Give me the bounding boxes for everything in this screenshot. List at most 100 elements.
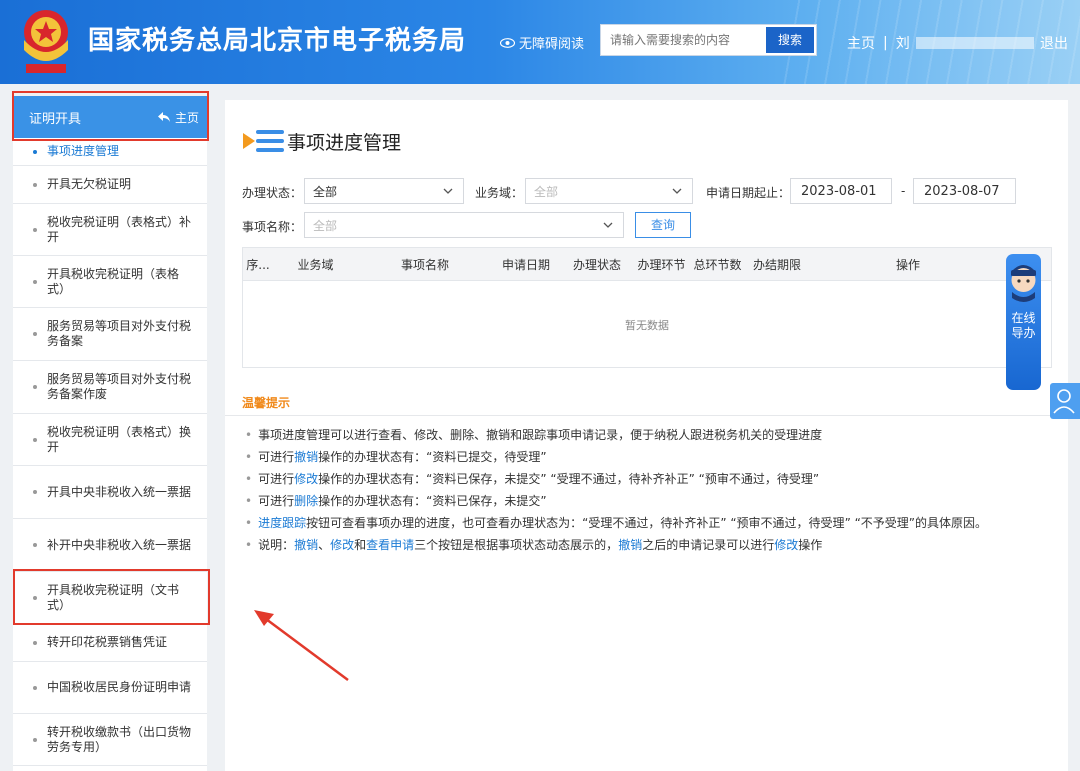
item-name-placeholder: 全部	[313, 218, 338, 233]
search-button[interactable]: 搜索	[766, 27, 814, 53]
sidebar-item-no-tax-arrears[interactable]: 开具无欠税证明	[13, 166, 207, 204]
sidebar-item-export-payment-book[interactable]: 转开税收缴款书（出口货物劳务专用）	[13, 714, 207, 766]
status-select-value: 全部	[313, 184, 338, 199]
page-title: 事项进度管理	[243, 127, 401, 155]
date-separator: -	[901, 184, 906, 198]
assistant-avatar-icon	[1011, 265, 1036, 302]
online-guide-label: 在线导办	[1011, 311, 1036, 340]
tips-divider	[225, 415, 1068, 416]
sidebar-item-stamp-sales-voucher[interactable]: 转开印花税票销售凭证	[13, 624, 207, 662]
progress-track-link[interactable]: 进度跟踪	[258, 516, 306, 530]
tip-item: • 可进行删除操作的办理状态有：“资料已保存，未提交”	[245, 490, 987, 512]
column-header[interactable]: 办理环节	[634, 248, 689, 280]
empty-state-text: 暂无数据	[625, 319, 669, 332]
sidebar-item-issue-table-cert[interactable]: 开具税收完税证明（表格式）	[13, 256, 207, 308]
bullet: •	[245, 450, 253, 464]
tax-emblem-logo	[24, 10, 68, 73]
sidebar-item-label: 税收完税证明（表格式）换开	[47, 424, 192, 454]
user-icon	[1053, 389, 1075, 414]
tip-text: 和	[354, 538, 367, 552]
domain-label: 业务域：	[475, 186, 524, 200]
site-header: 国家税务总局北京市电子税务局 无障碍阅读 搜索 主页 | 刘 退出	[0, 0, 1080, 84]
sidebar-item-tax-resident-cert[interactable]: 中国税收居民身份证明申请	[13, 662, 207, 714]
home-link[interactable]: 主页	[847, 33, 875, 53]
date-start-input[interactable]: 2023-08-01	[790, 178, 892, 204]
highlight-box-doc-cert	[13, 569, 210, 625]
search-input[interactable]	[601, 25, 761, 55]
title-list-icon	[243, 130, 284, 152]
logout-link[interactable]: 退出	[1040, 33, 1068, 53]
chevron-down-icon	[672, 188, 682, 194]
date-range-label: 申请日期起止：	[706, 186, 791, 200]
status-select[interactable]: 全部	[304, 178, 464, 204]
sidebar-item-label: 税收完税证明（表格式）补开	[47, 214, 192, 244]
tip-item: • 进度跟踪按钮可查看事项办理的进度，也可查看办理状态为：“受理不通过，待补齐补正…	[245, 512, 987, 534]
sidebar-item-label: 开具中央非税收入统一票据	[47, 484, 192, 499]
column-header[interactable]: 办理状态	[560, 248, 634, 280]
date-end-input[interactable]: 2023-08-07	[913, 178, 1016, 204]
sidebar-item-label: 事项进度管理	[47, 144, 120, 158]
sidebar-item-service-trade-filing[interactable]: 服务贸易等项目对外支付税务备案	[13, 308, 207, 361]
item-name-label: 事项名称：	[242, 220, 303, 234]
chevron-down-icon	[443, 188, 453, 194]
table-header: 序... 业务域 事项名称 申请日期 办理状态 办理环节 总环节数 办结期限 操…	[243, 248, 1051, 281]
sidebar-item-reissue-table-cert[interactable]: 税收完税证明（表格式）补开	[13, 204, 207, 256]
delete-link[interactable]: 删除	[294, 494, 318, 508]
sidebar-item-reissue-nontax-bill[interactable]: 补开中央非税收入统一票据	[13, 519, 207, 572]
bullet: •	[245, 538, 253, 552]
column-header[interactable]: 序...	[243, 248, 273, 280]
column-header[interactable]: 事项名称	[358, 248, 492, 280]
tip-text: 操作的办理状态有：“资料已保存，未提交”	[318, 494, 547, 508]
sidebar-item-service-trade-void[interactable]: 服务贸易等项目对外支付税务备案作废	[13, 361, 207, 414]
tip-item: • 说明：撤销、修改和查看申请三个按钮是根据事项状态动态展示的，撤销之后的申请记录…	[245, 534, 987, 556]
sidebar-item-exchange-table-cert[interactable]: 税收完税证明（表格式）换开	[13, 414, 207, 466]
sidebar-item-label: 开具无欠税证明	[47, 177, 132, 191]
sidebar-item-progress[interactable]: 事项进度管理	[13, 138, 207, 166]
revoke-link[interactable]: 撤销	[618, 538, 642, 552]
view-application-link[interactable]: 查看申请	[366, 538, 414, 552]
tip-text: 三个按钮是根据事项状态动态展示的，	[414, 538, 619, 552]
modify-link[interactable]: 修改	[774, 538, 798, 552]
column-header[interactable]: 总环节数	[689, 248, 746, 280]
online-guide-widget[interactable]: 在线导办	[1006, 254, 1041, 390]
column-header[interactable]: 业务域	[273, 248, 358, 280]
user-name[interactable]: 刘	[896, 33, 910, 53]
nav-separator: |	[883, 35, 888, 51]
item-name-select[interactable]: 全部	[304, 212, 624, 238]
tip-text: 可进行	[258, 494, 295, 508]
bullet: •	[245, 428, 253, 442]
revoke-link[interactable]: 撤销	[294, 450, 318, 464]
accessibility-label: 无障碍阅读	[519, 37, 585, 52]
bullet: •	[245, 494, 253, 508]
page-title-text: 事项进度管理	[287, 131, 402, 154]
sidebar-item-issue-nontax-bill[interactable]: 开具中央非税收入统一票据	[13, 466, 207, 519]
tip-text: 可进行	[258, 472, 295, 486]
tip-item: • 可进行修改操作的办理状态有：“资料已保存，未提交” “受理不通过，待补齐补正”…	[245, 468, 987, 490]
tip-text: 按钮可查看事项办理的进度，也可查看办理状态为：“受理不通过，待补齐补正” “预审…	[306, 516, 988, 530]
user-service-float[interactable]	[1050, 383, 1080, 419]
progress-table: 序... 业务域 事项名称 申请日期 办理状态 办理环节 总环节数 办结期限 操…	[242, 247, 1052, 368]
sidebar-item-label: 中国税收居民身份证明申请	[47, 680, 192, 694]
modify-link[interactable]: 修改	[330, 538, 354, 552]
red-annotation-arrow	[254, 610, 349, 682]
tip-text: 说明：	[258, 538, 295, 552]
modify-link[interactable]: 修改	[294, 472, 318, 486]
accessibility-link[interactable]: 无障碍阅读	[500, 33, 584, 52]
tip-text: 操作的办理状态有：“资料已保存，未提交” “受理不通过，待补齐补正” “预审不通…	[318, 472, 820, 486]
redacted-username	[915, 37, 1034, 49]
bullet: •	[245, 516, 253, 530]
site-title: 国家税务总局北京市电子税务局	[88, 26, 467, 56]
column-header[interactable]: 办结期限	[746, 248, 808, 280]
query-button[interactable]: 查询	[635, 212, 691, 238]
revoke-link[interactable]: 撤销	[294, 538, 318, 552]
bullet: •	[245, 472, 253, 486]
tip-text: 可进行	[258, 450, 295, 464]
tip-item: • 可进行撤销操作的办理状态有：“资料已提交，待受理”	[245, 446, 987, 468]
top-nav: 主页 | 刘	[847, 33, 1040, 53]
sidebar-item-label: 转开税收缴款书（出口货物劳务专用）	[47, 724, 192, 754]
column-header[interactable]: 操作	[808, 248, 1008, 280]
sidebar: 证明开具 主页 事项进度管理 开具无欠税证明 税收完税证明（表格式）补开 开具税…	[13, 96, 207, 771]
domain-select[interactable]: 全部	[525, 178, 693, 204]
column-header[interactable]: 申请日期	[492, 248, 560, 280]
tip-item: • 事项进度管理可以进行查看、修改、删除、撤销和跟踪事项申请记录，便于纳税人跟进税…	[245, 424, 987, 446]
